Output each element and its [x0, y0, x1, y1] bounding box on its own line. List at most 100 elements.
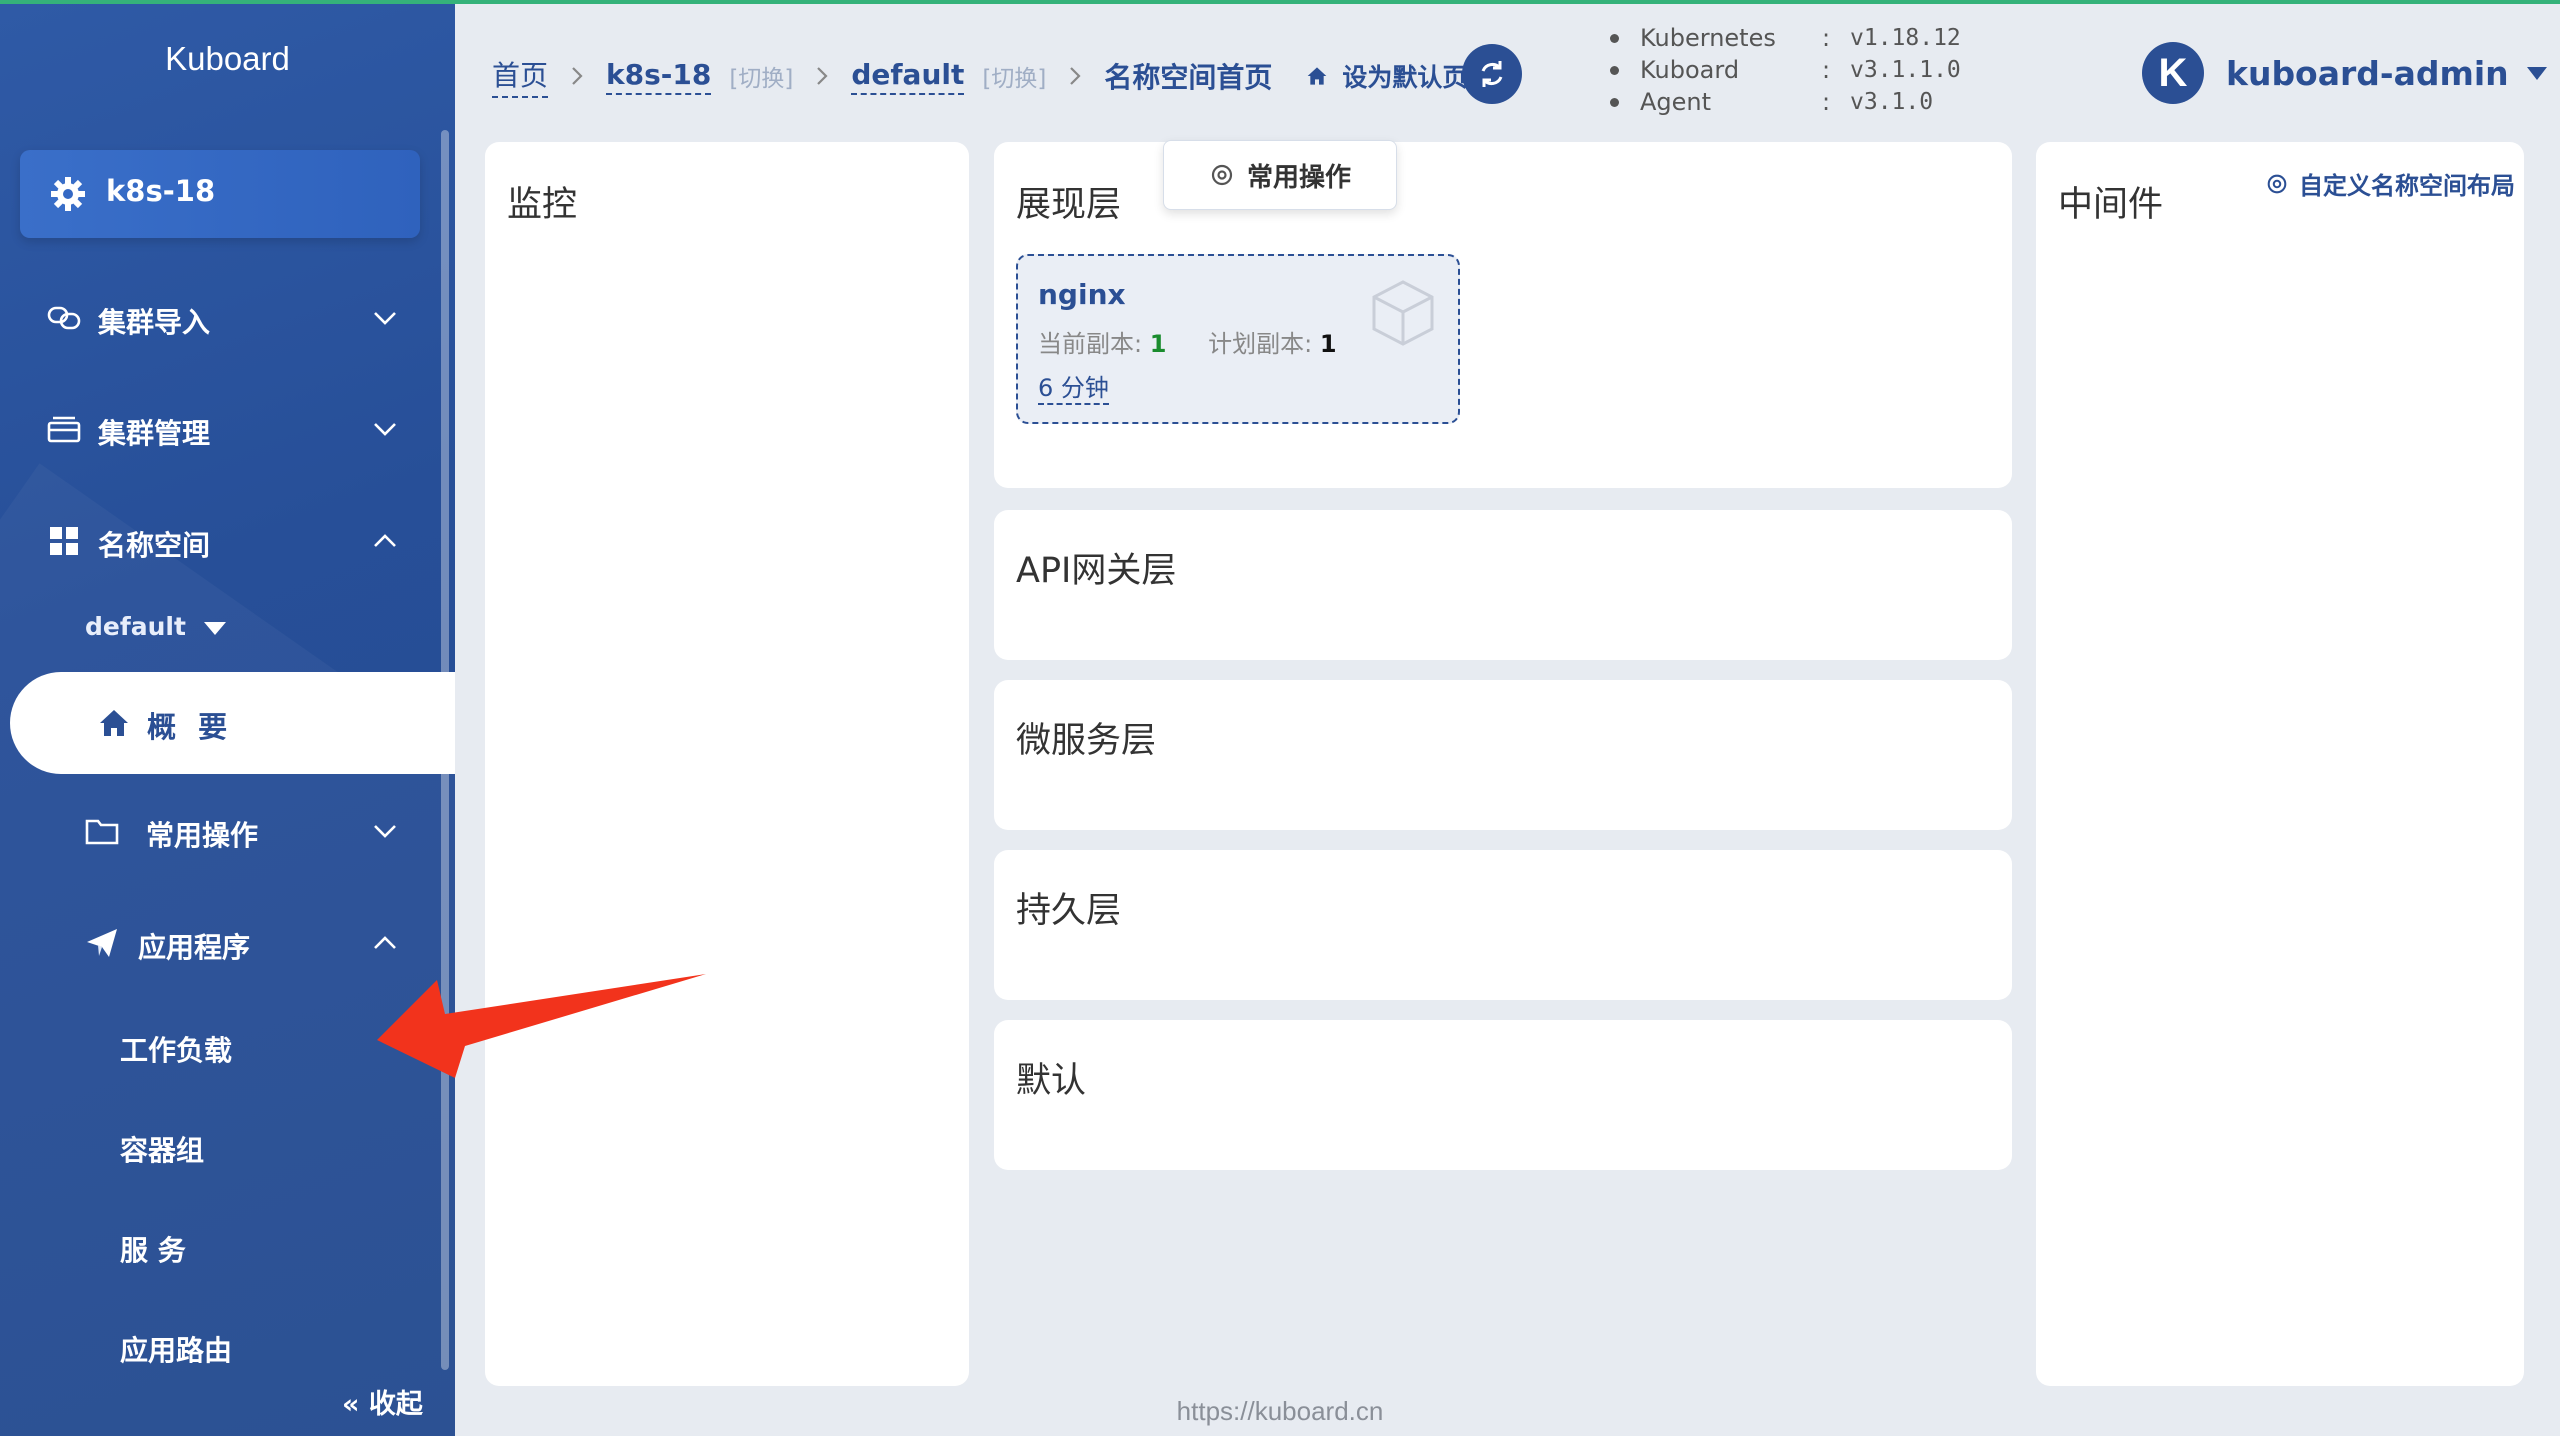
grid-icon	[50, 527, 78, 555]
version-row-kubernetes: Kubernetes : v1.18.12	[1610, 22, 2030, 54]
settings-icon	[2267, 174, 2287, 193]
monitor-panel: 监控	[485, 142, 969, 1386]
current-replicas-label: 当前副本:	[1038, 330, 1143, 358]
cube-icon	[1372, 280, 1434, 346]
middleware-title: 中间件	[2058, 185, 2164, 225]
sidebar-item-label: 集群管理	[98, 417, 211, 450]
sidebar-item-overview[interactable]: 概 要	[10, 672, 455, 774]
version-name: Kuboard	[1640, 56, 1740, 84]
planned-replicas-label: 计划副本:	[1208, 330, 1313, 358]
sidebar-item-label: 名称空间	[98, 529, 211, 562]
sidebar-scrollbar[interactable]	[441, 130, 449, 1370]
namespace-select[interactable]: default	[85, 612, 226, 641]
layer-api-gateway: API网关层	[994, 510, 2012, 660]
sidebar-item-services[interactable]: 服 务	[120, 1229, 186, 1269]
chevron-down-icon	[374, 423, 396, 436]
cluster-name: k8s-18	[106, 174, 216, 208]
version-name: Agent	[1640, 88, 1712, 116]
avatar: K	[2142, 42, 2204, 104]
layer-microservice: 微服务层	[994, 680, 2012, 830]
breadcrumb-current: 名称空间首页	[1104, 61, 1273, 94]
home-icon	[100, 710, 128, 736]
bullet-icon	[1610, 34, 1619, 43]
middleware-panel: 中间件	[2036, 142, 2524, 1386]
annotation-arrow	[377, 974, 706, 1078]
top-accent-line	[0, 0, 2560, 4]
sidebar-item-cluster-management[interactable]: 集群管理	[0, 394, 455, 464]
sidebar-item-label: 常用操作	[146, 819, 259, 852]
namespace-select-value: default	[85, 612, 186, 641]
sidebar-item-workloads[interactable]: 工作负载	[120, 1029, 232, 1069]
home-icon	[1307, 67, 1327, 85]
current-replicas-value: 1	[1149, 330, 1167, 358]
common-ops-label: 常用操作	[1246, 162, 1351, 193]
settings-icon	[1211, 164, 1233, 186]
replica-stats: 当前副本: 1 计划副本: 1	[1038, 324, 1337, 359]
user-menu[interactable]: K kuboard-admin	[2142, 42, 2547, 104]
server-icon	[47, 416, 81, 443]
sidebar: Kuboard k8s-18 集群导入 集群管理 名称空间 default 概 …	[0, 0, 455, 1436]
caret-down-icon	[2526, 66, 2547, 80]
chevron-down-icon	[374, 825, 396, 838]
workload-name[interactable]: nginx	[1038, 278, 1126, 311]
version-row-kuboard: Kuboard : v3.1.1.0	[1610, 54, 2030, 86]
sidebar-item-label: 应用程序	[138, 931, 251, 964]
layer-title: 微服务层	[1016, 721, 1157, 761]
cluster-selector[interactable]: k8s-18	[20, 150, 420, 238]
sidebar-item-pods[interactable]: 容器组	[120, 1129, 204, 1169]
version-row-agent: Agent : v3.1.0	[1610, 86, 2030, 118]
refresh-icon	[1481, 61, 1503, 87]
workload-card[interactable]: nginx 当前副本: 1 计划副本: 1 6 分钟	[1016, 254, 1460, 424]
layer-default: 默认	[994, 1020, 2012, 1170]
version-sep: :	[1822, 24, 1831, 52]
customize-layout-link[interactable]: 自定义名称空间布局	[2265, 166, 2515, 201]
chevron-right-icon	[817, 67, 828, 85]
layer-title: 默认	[1016, 1061, 1087, 1101]
common-ops-button[interactable]: 常用操作	[1163, 140, 1397, 210]
bullet-icon	[1610, 66, 1619, 75]
sidebar-item-label: 集群导入	[98, 306, 211, 339]
breadcrumb-home[interactable]: 首页	[492, 54, 549, 98]
caret-down-icon	[203, 621, 226, 635]
customize-layout-label: 自定义名称空间布局	[2299, 172, 2515, 200]
chevron-right-icon	[1070, 67, 1081, 85]
workload-age[interactable]: 6 分钟	[1038, 368, 1109, 405]
breadcrumb-namespace[interactable]: default	[851, 58, 965, 95]
brand-logo[interactable]: Kuboard	[0, 40, 455, 78]
planned-replicas-value: 1	[1319, 330, 1337, 358]
chevron-up-icon	[374, 936, 396, 949]
breadcrumb: 首页 k8s-18 [切换] default [切换] 名称空间首页 设为默认页	[492, 54, 1467, 98]
monitor-title: 监控	[507, 185, 578, 225]
version-name: Kubernetes	[1640, 24, 1776, 52]
switch-cluster-link[interactable]: [切换]	[729, 59, 793, 93]
sidebar-item-label: 概 要	[147, 710, 234, 744]
footer-url[interactable]: https://kuboard.cn	[0, 1396, 2560, 1427]
switch-namespace-link[interactable]: [切换]	[982, 59, 1046, 93]
breadcrumb-cluster[interactable]: k8s-18	[606, 58, 712, 95]
chevron-down-icon	[374, 312, 396, 325]
sidebar-item-namespace[interactable]: 名称空间	[0, 506, 455, 576]
user-name: kuboard-admin	[2226, 53, 2509, 93]
layer-title: 持久层	[1016, 891, 1122, 931]
refresh-button[interactable]	[1462, 44, 1522, 104]
chevron-up-icon	[374, 534, 396, 547]
layer-title: 展现层	[1016, 185, 1122, 225]
version-value: v3.1.1.0	[1850, 57, 1961, 83]
set-default-label: 设为默认页	[1342, 63, 1468, 92]
set-default-page-button[interactable]: 设为默认页	[1306, 58, 1467, 94]
sidebar-item-cluster-import[interactable]: 集群导入	[0, 283, 455, 353]
folder-icon	[85, 819, 119, 845]
gear-icon	[51, 177, 85, 211]
sidebar-item-ingress[interactable]: 应用路由	[120, 1329, 232, 1369]
version-sep: :	[1822, 88, 1831, 116]
send-icon	[87, 929, 117, 957]
version-info: Kubernetes : v1.18.12 Kuboard : v3.1.1.0…	[1610, 22, 2030, 118]
chevron-right-icon	[572, 67, 583, 85]
bullet-icon	[1610, 98, 1619, 107]
layer-title: API网关层	[1016, 551, 1177, 591]
version-sep: :	[1822, 56, 1831, 84]
sidebar-item-common-ops[interactable]: 常用操作	[0, 796, 455, 866]
version-value: v3.1.0	[1850, 89, 1934, 115]
version-value: v1.18.12	[1850, 25, 1961, 51]
layer-persistence: 持久层	[994, 850, 2012, 1000]
